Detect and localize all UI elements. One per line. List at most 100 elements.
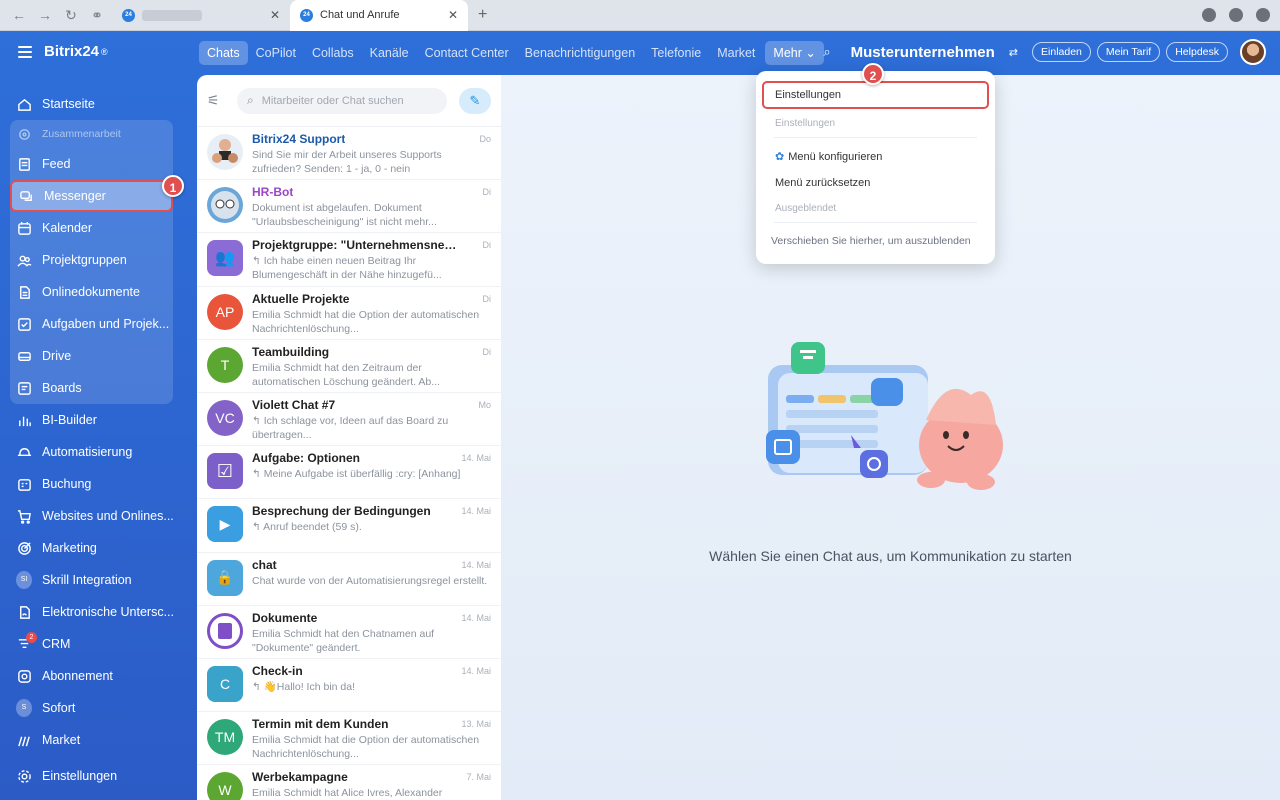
sidebar-item-onlinedokumente[interactable]: Onlinedokumente xyxy=(10,276,173,308)
chat-list-item[interactable]: 🔒 chat 14. Mai Chat wurde von der Automatis… xyxy=(197,553,501,606)
forward-icon[interactable]: → xyxy=(38,7,52,24)
chat-last-message: Chat wurde von der Automatisierungsregel… xyxy=(252,574,488,587)
tab-chats[interactable]: Chats xyxy=(199,41,248,65)
close-icon[interactable]: ✕ xyxy=(448,8,458,22)
sidebar-item-sofort[interactable]: S Sofort xyxy=(10,692,173,724)
chat-last-message: Emilia Schmidt hat Alice Ivres, Alexande… xyxy=(252,787,443,800)
logo[interactable]: Bitrix24 ® xyxy=(18,43,108,60)
reload-icon[interactable]: ↻ xyxy=(64,7,78,24)
chat-list-item[interactable]: T Teambuilding Di Emilia Schmidt hat den Ze… xyxy=(197,340,501,393)
link-icon[interactable]: ⚭ xyxy=(90,7,104,24)
sidebar-item-market[interactable]: Market xyxy=(10,724,173,756)
collab-icon xyxy=(16,126,32,142)
browser-tools xyxy=(1202,8,1270,22)
browser-tab-active[interactable]: 24 Chat und Anrufe ✕ xyxy=(290,0,468,31)
tab-benachrichtigungen[interactable]: Benachrichtigungen xyxy=(517,41,644,65)
chat-list-item[interactable]: HR-Bot Di Dokument ist abgelaufen. Dokumen… xyxy=(197,180,501,234)
chat-avatar xyxy=(207,134,243,170)
chat-list-item[interactable]: Dokumente 14. Mai Emilia Schmidt hat den C… xyxy=(197,606,501,659)
close-icon[interactable]: ✕ xyxy=(270,8,280,22)
new-chat-button[interactable]: ✎ xyxy=(459,87,491,114)
chat-body: Werbekampagne 7. Mai Emilia Schmidt hat Al… xyxy=(252,770,491,800)
chat-body: Bitrix24 Support Do Sind Sie mir der Arbei… xyxy=(252,132,491,179)
filter-icon[interactable]: ⚟ xyxy=(207,92,231,109)
chat-avatar: 👥 xyxy=(207,240,243,277)
sidebar-item-label: Messenger xyxy=(44,189,106,203)
dropdown-reset-item[interactable]: Menü zurücksetzen xyxy=(756,170,995,196)
sidebar-item-feed[interactable]: Feed xyxy=(10,148,173,180)
hamburger-icon[interactable] xyxy=(18,45,32,58)
logo-text: Bitrix24 xyxy=(44,43,100,60)
new-tab-icon[interactable]: + xyxy=(468,6,497,24)
sidebar-item-aufgaben-und-projek[interactable]: Aufgaben und Projek... xyxy=(10,308,173,340)
tab-collabs[interactable]: Collabs xyxy=(304,41,362,65)
sidebar-item-label: Marketing xyxy=(42,541,97,555)
sidebar-item-marketing[interactable]: Marketing xyxy=(10,532,173,564)
chat-date: 14. Mai xyxy=(461,665,491,676)
chat-name: Aufgabe: Optionen xyxy=(252,451,360,466)
sidebar-item-label: Onlinedokumente xyxy=(42,285,140,299)
chat-list-item[interactable]: AP Aktuelle Projekte Di Emilia Schmidt hat … xyxy=(197,287,501,340)
chat-avatar xyxy=(207,612,243,649)
company-name[interactable]: Musterunternehmen xyxy=(851,44,995,61)
top-navigation: Chats CoPilot Collabs Kanäle Contact Center B… xyxy=(199,41,824,65)
chat-name: HR-Bot xyxy=(252,185,294,200)
chat-avatar: ☑ xyxy=(207,453,243,490)
tab-more[interactable]: Mehr ⌄ xyxy=(765,41,824,65)
chat-search-input[interactable]: ⌕ Mitarbeiter oder Chat suchen xyxy=(237,87,447,114)
dropdown-configure-item[interactable]: ✿ Menü konfigurieren xyxy=(756,144,995,170)
cloud-icon[interactable] xyxy=(1256,8,1270,22)
sidebar-item-label: Boards xyxy=(42,381,82,395)
sidebar-item-elektronische-untersc[interactable]: Elektronische Untersc... xyxy=(10,596,173,628)
history-icon[interactable] xyxy=(1229,8,1243,22)
initial-icon: S xyxy=(16,699,32,717)
sidebar-item-crm[interactable]: CRM 2 xyxy=(10,628,173,660)
sidebar-item-automatisierung[interactable]: Automatisierung xyxy=(10,436,173,468)
app-root: Bitrix24 ® Startseite Zusammenarbeit Feed Me… xyxy=(0,31,1280,800)
subscription-icon xyxy=(16,668,32,684)
download-icon[interactable] xyxy=(1202,8,1216,22)
chat-last-message: Emilia Schmidt hat den Zeitraum der auto… xyxy=(252,361,440,388)
gear-icon xyxy=(16,768,32,784)
sidebar-item-bi-builder[interactable]: BI-Builder xyxy=(10,404,173,436)
my-plan-button[interactable]: Mein Tarif xyxy=(1096,42,1161,62)
tab-kanäle[interactable]: Kanäle xyxy=(362,41,417,65)
tab-market[interactable]: Market xyxy=(709,41,763,65)
chat-avatar: C xyxy=(207,665,243,702)
sidebar-group-collaboration: Zusammenarbeit Feed Messenger Kalender Proje… xyxy=(10,120,173,404)
chat-list-item[interactable]: W Werbekampagne 7. Mai Emilia Schmidt hat A… xyxy=(197,765,501,800)
switch-icon[interactable]: ⇄ xyxy=(1009,46,1018,59)
sidebar-item-startseite[interactable]: Startseite xyxy=(10,88,173,120)
chat-list-item[interactable]: 👥 Projektgruppe: "Unternehmensnews" Di ↰ Ic… xyxy=(197,233,501,287)
sidebar-item-kalender[interactable]: Kalender xyxy=(10,212,173,244)
chat-list-item[interactable]: VC Violett Chat #7 Mo ↰ Ich schlage vor, Id… xyxy=(197,393,501,447)
signature-icon xyxy=(16,604,32,620)
helpdesk-button[interactable]: Helpdesk xyxy=(1166,42,1228,62)
invite-button[interactable]: Einladen xyxy=(1032,42,1091,62)
dropdown-settings-item[interactable]: Einstellungen xyxy=(762,81,989,109)
sidebar-item-einstellungen[interactable]: Einstellungen xyxy=(10,760,173,792)
sidebar-item-drive[interactable]: Drive xyxy=(10,340,173,372)
chat-head: Teambuilding Di xyxy=(252,345,491,359)
sidebar-item-abonnement[interactable]: Abonnement xyxy=(10,660,173,692)
sidebar-item-label: Zusammenarbeit xyxy=(42,128,121,140)
sidebar-item-skrill-integration[interactable]: SI Skrill Integration xyxy=(10,564,173,596)
chat-list-item[interactable]: Bitrix24 Support Do Sind Sie mir der Arbei… xyxy=(197,127,501,181)
tab-telefonie[interactable]: Telefonie xyxy=(643,41,709,65)
back-icon[interactable]: ← xyxy=(12,7,26,24)
search-icon[interactable]: ⌕ xyxy=(823,44,830,60)
sidebar-item-buchung[interactable]: Buchung xyxy=(10,468,173,500)
sidebar-item-websites-und-onlines[interactable]: Websites und Onlines... xyxy=(10,500,173,532)
user-avatar[interactable] xyxy=(1240,39,1266,65)
tab-contact-center[interactable]: Contact Center xyxy=(417,41,517,65)
chat-list-item[interactable]: ☑ Aufgabe: Optionen 14. Mai ↰ Meine Aufgabe… xyxy=(197,446,501,500)
sidebar-item-boards[interactable]: Boards xyxy=(10,372,173,404)
chat-list-item[interactable]: C Check-in 14. Mai ↰ 👋Hallo! Ich bin da! xyxy=(197,659,501,713)
sidebar-item-projektgruppen[interactable]: Projektgruppen xyxy=(10,244,173,276)
chat-list-item[interactable]: ▶ Besprechung der Bedingungen 14. Mai ↰ Anr… xyxy=(197,499,501,553)
sidebar-item-messenger[interactable]: Messenger xyxy=(10,180,173,212)
chat-last-message: ↰ 👋Hallo! Ich bin da! xyxy=(252,680,356,693)
browser-tab-inactive[interactable]: 24 ✕ xyxy=(112,0,290,31)
chat-list-item[interactable]: TM Termin mit dem Kunden 13. Mai Emilia Sch… xyxy=(197,712,501,766)
tab-copilot[interactable]: CoPilot xyxy=(248,41,304,65)
